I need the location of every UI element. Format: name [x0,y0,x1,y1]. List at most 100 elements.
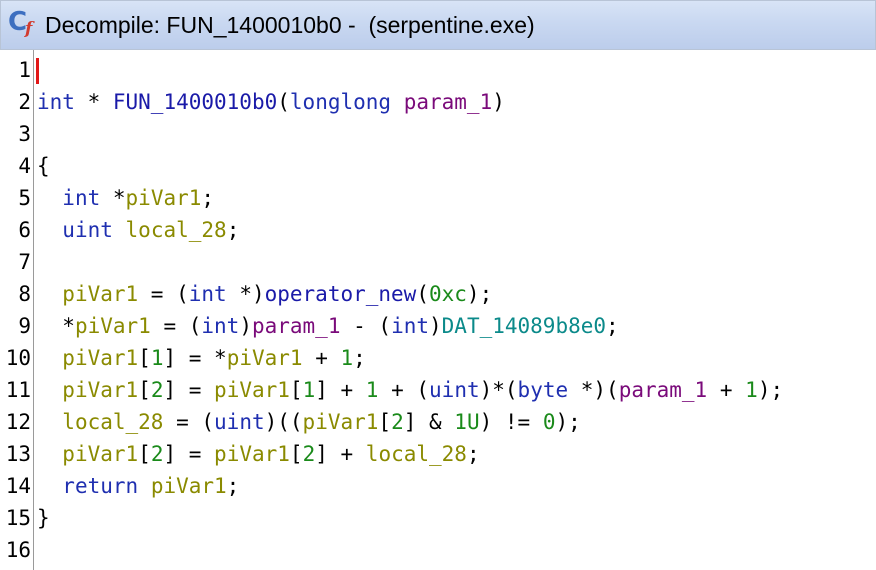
code-text[interactable]: piVar1 = (int *)operator_new(0xc); [37,278,492,310]
variable-token[interactable]: piVar1 [214,442,290,466]
operator-token: + ( [378,378,430,402]
constant-token[interactable]: 1 [303,378,316,402]
code-text[interactable]: piVar1[2] = piVar1[1] + 1 + (uint)*(byte… [37,374,783,406]
keyword-token[interactable]: int [201,314,239,338]
variable-token[interactable]: piVar1 [62,282,138,306]
constant-token[interactable]: 2 [151,378,164,402]
constant-token[interactable]: 2 [391,410,404,434]
code-text[interactable]: return piVar1; [37,470,239,502]
operator-token: ] = [163,442,215,466]
code-text[interactable]: } [37,502,50,534]
code-line[interactable]: 14 return piVar1; [0,470,876,502]
parameter-token[interactable]: param_1 [619,378,708,402]
operator-token: ; [226,218,240,242]
code-line[interactable]: 2 int * FUN_1400010b0(longlong param_1) [0,86,876,118]
code-line[interactable]: 3 [0,118,876,150]
variable-token[interactable]: piVar1 [75,314,151,338]
variable-token[interactable]: local_28 [126,218,227,242]
code-line[interactable]: 6 uint local_28; [0,214,876,246]
code-text[interactable]: int * FUN_1400010b0(longlong param_1) [37,86,505,118]
line-number: 1 [18,58,31,82]
line-number: 10 [5,346,31,370]
variable-token[interactable]: local_28 [366,442,467,466]
variable-token[interactable]: piVar1 [62,378,138,402]
variable-token[interactable]: piVar1 [151,474,227,498]
global-data-token[interactable]: DAT_14089b8e0 [442,314,606,338]
code-text[interactable]: local_28 = (uint)((piVar1[2] & 1U) != 0)… [37,406,580,438]
code-line[interactable]: 7 [0,246,876,278]
keyword-token[interactable]: int [189,282,227,306]
line-number: 15 [5,506,31,530]
window-title-bar[interactable]: C f Decompile: FUN_1400010b0 - (serpenti… [0,0,876,50]
operator-token: * [37,314,75,338]
constant-token[interactable]: 1 [366,378,379,402]
variable-token[interactable]: piVar1 [303,410,379,434]
variable-token[interactable]: piVar1 [227,346,303,370]
operator-token [391,90,404,114]
operator-token: ) != [479,410,543,434]
operator-token: ) [429,314,442,338]
code-line[interactable]: 10 piVar1[1] = *piVar1 + 1; [0,342,876,374]
code-text[interactable]: { [37,150,50,182]
constant-token[interactable]: 0 [543,410,556,434]
keyword-token[interactable]: int [62,186,100,210]
operator-token: = ( [163,410,215,434]
code-line[interactable]: 1 [0,54,876,86]
code-line[interactable]: 13 piVar1[2] = piVar1[2] + local_28; [0,438,876,470]
code-text[interactable]: int *piVar1; [37,182,214,214]
operator-token: + [707,378,746,402]
code-listing[interactable]: 1 2 int * FUN_1400010b0(longlong param_1) 3… [0,50,876,570]
line-number: 8 [18,282,31,306]
constant-token[interactable]: 1 [745,378,758,402]
code-line[interactable]: 15} [0,502,876,534]
constant-token[interactable]: 1 [151,346,164,370]
constant-token[interactable]: 0xc [429,282,467,306]
keyword-token[interactable]: int [37,90,75,114]
code-line[interactable]: 12 local_28 = (uint)((piVar1[2] & 1U) !=… [0,406,876,438]
keyword-token[interactable]: byte [518,378,569,402]
code-line[interactable]: 4{ [0,150,876,182]
variable-token[interactable]: piVar1 [126,186,202,210]
variable-token[interactable]: local_28 [62,410,163,434]
line-number: 16 [5,538,31,562]
code-text[interactable]: *piVar1 = (int)param_1 - (int)DAT_14089b… [37,310,618,342]
operator-token: - ( [340,314,392,338]
keyword-token[interactable]: longlong [290,90,391,114]
code-text[interactable]: piVar1[2] = piVar1[2] + local_28; [37,438,479,470]
constant-token[interactable]: 1 [340,346,353,370]
function-name-token[interactable]: operator_new [265,282,417,306]
keyword-token[interactable]: uint [214,410,265,434]
keyword-token[interactable]: uint [429,378,480,402]
variable-token[interactable]: piVar1 [62,346,138,370]
code-line[interactable]: 9 *piVar1 = (int)param_1 - (int)DAT_1408… [0,310,876,342]
operator-token: ( [416,282,429,306]
operator-token: )*( [479,378,518,402]
code-line[interactable]: 1 1 piVar1[2] = piVar1[1] + 1 + (uint)*(b… [0,374,876,406]
constant-token[interactable]: 2 [303,442,316,466]
line-number: 3 [18,122,31,146]
parameter-token[interactable]: param_1 [404,90,493,114]
code-line[interactable]: 8 piVar1 = (int *)operator_new(0xc); [0,278,876,310]
code-line[interactable]: 16 [0,534,876,566]
function-name-token[interactable]: FUN_1400010b0 [113,90,277,114]
operator-token [37,410,62,434]
code-line[interactable]: 5 int *piVar1; [0,182,876,214]
operator-token: ; [353,346,366,370]
operator-token [37,218,62,242]
operator-token: ; [201,186,215,210]
keyword-token[interactable]: return [62,474,138,498]
line-number: 13 [5,442,31,466]
operator-token [37,346,62,370]
variable-token[interactable]: piVar1 [62,442,138,466]
operator-token [138,474,151,498]
constant-token[interactable]: 1U [454,410,479,434]
keyword-token[interactable]: uint [62,218,113,242]
parameter-token[interactable]: param_1 [252,314,341,338]
code-text[interactable]: uint local_28; [37,214,239,246]
operator-token: ( [277,90,290,114]
variable-token[interactable]: piVar1 [214,378,290,402]
constant-token[interactable]: 2 [151,442,164,466]
code-text[interactable]: piVar1[1] = *piVar1 + 1; [37,342,366,374]
keyword-token[interactable]: int [391,314,429,338]
operator-token: ) [492,90,505,114]
